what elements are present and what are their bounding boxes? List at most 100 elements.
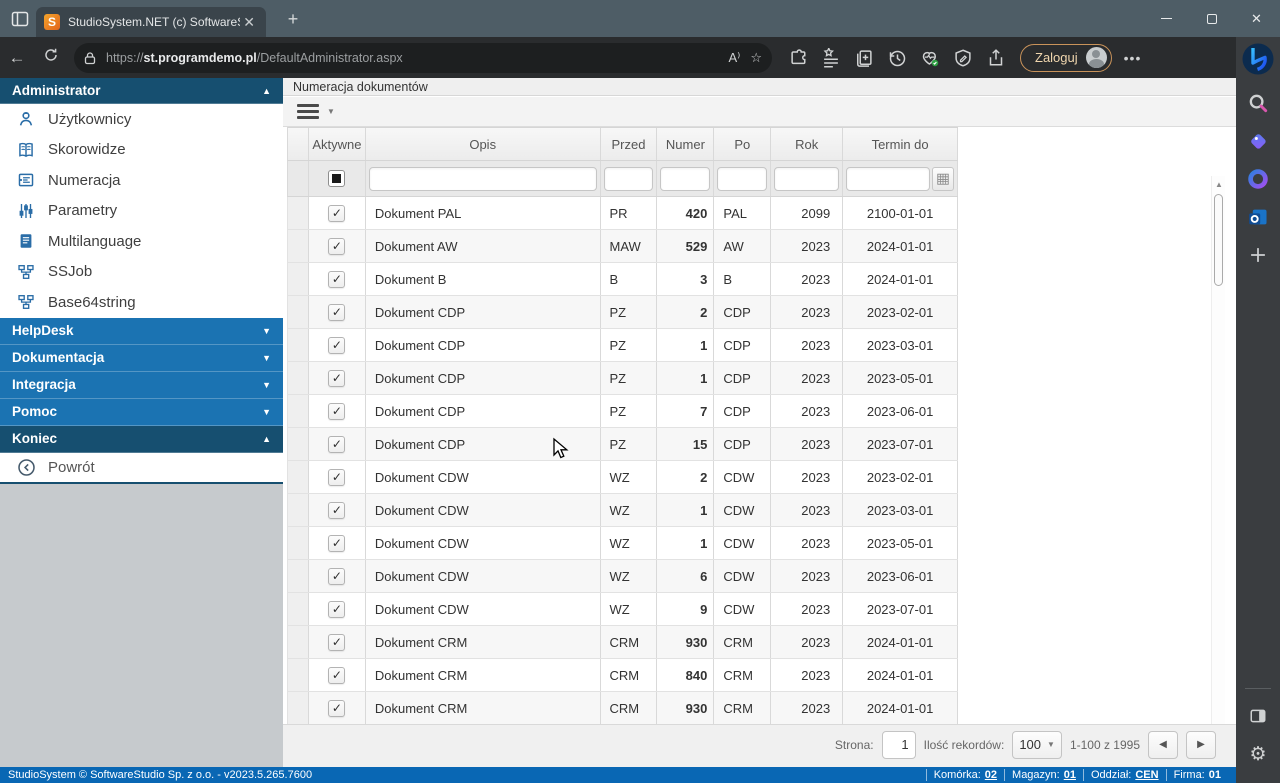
row-selector-cell[interactable] xyxy=(288,560,309,592)
sidebar-section-integracja[interactable]: Integracja ▼ xyxy=(0,372,283,399)
add-favorite-star-icon[interactable]: ☆ xyxy=(750,50,762,66)
row-active-checkbox[interactable]: ✓ xyxy=(328,700,345,717)
sidebar-section-dokumentacja[interactable]: Dokumentacja ▼ xyxy=(0,345,283,372)
table-row[interactable]: ✓ Dokument CDW WZ 9 CDW 2023 2023-07-01 xyxy=(287,593,958,626)
table-row[interactable]: ✓ Dokument CRM CRM 930 CRM 2023 2024-01-… xyxy=(287,692,958,725)
table-row[interactable]: ✓ Dokument CDP PZ 1 CDP 2023 2023-05-01 xyxy=(287,362,958,395)
row-active-checkbox[interactable]: ✓ xyxy=(328,634,345,651)
favorites-icon[interactable] xyxy=(819,46,843,70)
search-icon[interactable] xyxy=(1243,88,1273,118)
share-icon[interactable] xyxy=(984,46,1008,70)
outlook-icon[interactable] xyxy=(1243,202,1273,232)
column-header[interactable]: Rok xyxy=(771,128,843,160)
row-active-checkbox[interactable]: ✓ xyxy=(328,370,345,387)
row-active-checkbox[interactable]: ✓ xyxy=(328,535,345,552)
sidebar-section-koniec[interactable]: Koniec ▲ xyxy=(0,426,283,453)
row-selector-cell[interactable] xyxy=(288,362,309,394)
row-active-checkbox[interactable]: ✓ xyxy=(328,403,345,420)
sidebar-menu-item[interactable]: Skorowidze xyxy=(0,135,283,166)
row-selector-cell[interactable] xyxy=(288,329,309,361)
refresh-button[interactable] xyxy=(34,47,68,68)
table-row[interactable]: ✓ Dokument CDW WZ 2 CDW 2023 2023-02-01 xyxy=(287,461,958,494)
table-row[interactable]: ✓ Dokument B B 3 B 2023 2024-01-01 xyxy=(287,263,958,296)
status-item-value[interactable]: CEN xyxy=(1135,769,1158,781)
sidebar-menu-item[interactable]: SSJob xyxy=(0,257,283,288)
row-selector-cell[interactable] xyxy=(288,494,309,526)
scrollbar-thumb[interactable] xyxy=(1214,194,1223,286)
column-header[interactable]: Przed xyxy=(601,128,658,160)
tools-icon[interactable] xyxy=(951,46,975,70)
table-row[interactable]: ✓ Dokument CDP PZ 15 CDP 2023 2023-07-01 xyxy=(287,428,958,461)
table-row[interactable]: ✓ Dokument CDW WZ 1 CDW 2023 2023-03-01 xyxy=(287,494,958,527)
browser-menu-button[interactable]: ••• xyxy=(1124,50,1142,66)
window-minimize-button[interactable] xyxy=(1144,0,1189,37)
table-row[interactable]: ✓ Dokument CDP PZ 7 CDP 2023 2023-06-01 xyxy=(287,395,958,428)
read-aloud-icon[interactable]: A⁾ xyxy=(728,50,740,66)
login-button[interactable]: Zaloguj xyxy=(1020,44,1112,72)
table-row[interactable]: ✓ Dokument CRM CRM 930 CRM 2023 2024-01-… xyxy=(287,626,958,659)
row-selector-cell[interactable] xyxy=(288,395,309,427)
column-header[interactable]: Termin do xyxy=(843,128,958,160)
table-row[interactable]: ✓ Dokument PAL PR 420 PAL 2099 2100-01-0… xyxy=(287,197,958,230)
row-selector-cell[interactable] xyxy=(288,197,309,229)
status-item-value[interactable]: 02 xyxy=(985,769,997,781)
column-header[interactable]: Po xyxy=(714,128,771,160)
browser-tab[interactable]: S StudioSystem.NET (c) SoftwareSt ✕ xyxy=(36,7,266,37)
row-active-checkbox[interactable]: ✓ xyxy=(328,502,345,519)
sidebar-menu-item[interactable]: Parametry xyxy=(0,196,283,227)
records-per-page-select[interactable]: 100 ▼ xyxy=(1012,731,1062,759)
filter-termin-input[interactable] xyxy=(846,167,930,191)
row-active-checkbox[interactable]: ✓ xyxy=(328,436,345,453)
collections-icon[interactable] xyxy=(852,46,876,70)
sidebar-toggle-button[interactable] xyxy=(1243,701,1273,731)
row-selector-cell[interactable] xyxy=(288,263,309,295)
row-selector-cell[interactable] xyxy=(288,296,309,328)
column-header[interactable]: Numer xyxy=(657,128,714,160)
grid-menu-button[interactable] xyxy=(297,104,319,119)
back-button[interactable]: ← xyxy=(0,48,34,68)
prev-page-button[interactable]: ◀ xyxy=(1148,731,1178,759)
sidebar-menu-item[interactable]: Numeracja xyxy=(0,165,283,196)
tab-close-icon[interactable]: ✕ xyxy=(240,14,258,31)
filter-numer-input[interactable] xyxy=(660,167,710,191)
row-selector-cell[interactable] xyxy=(288,593,309,625)
filter-po-input[interactable] xyxy=(717,167,767,191)
scroll-up-arrow[interactable]: ▲ xyxy=(1212,180,1226,189)
table-row[interactable]: ✓ Dokument CDW WZ 1 CDW 2023 2023-05-01 xyxy=(287,527,958,560)
page-number-input[interactable] xyxy=(882,731,916,759)
new-tab-button[interactable]: + xyxy=(282,9,304,31)
table-row[interactable]: ✓ Dokument CDP PZ 2 CDP 2023 2023-02-01 xyxy=(287,296,958,329)
row-active-checkbox[interactable]: ✓ xyxy=(328,601,345,618)
filter-opis-input[interactable] xyxy=(369,167,597,191)
row-selector-cell[interactable] xyxy=(288,659,309,691)
window-maximize-button[interactable] xyxy=(1189,0,1234,37)
row-active-checkbox[interactable]: ✓ xyxy=(328,271,345,288)
tab-actions-button[interactable] xyxy=(8,9,32,29)
calendar-button[interactable] xyxy=(932,167,954,191)
table-row[interactable]: ✓ Dokument CDP PZ 1 CDP 2023 2023-03-01 xyxy=(287,329,958,362)
table-row[interactable]: ✓ Dokument CRM CRM 840 CRM 2023 2024-01-… xyxy=(287,659,958,692)
row-active-checkbox[interactable]: ✓ xyxy=(328,304,345,321)
sidebar-section-administrator[interactable]: Administrator ▲ xyxy=(0,78,283,104)
sidebar-menu-item-powrot[interactable]: Powrót xyxy=(0,453,283,482)
table-row[interactable]: ✓ Dokument CDW WZ 6 CDW 2023 2023-06-01 xyxy=(287,560,958,593)
sidebar-menu-item[interactable]: Base64string xyxy=(0,287,283,318)
row-active-checkbox[interactable]: ✓ xyxy=(328,568,345,585)
filter-checkbox[interactable] xyxy=(328,170,345,187)
column-header[interactable]: Opis xyxy=(366,128,601,160)
history-icon[interactable] xyxy=(885,46,909,70)
row-selector-cell[interactable] xyxy=(288,230,309,262)
rail-settings-button[interactable]: ⚙ xyxy=(1243,739,1273,769)
row-active-checkbox[interactable]: ✓ xyxy=(328,337,345,354)
add-icon[interactable] xyxy=(1243,240,1273,270)
next-page-button[interactable]: ▶ xyxy=(1186,731,1216,759)
bing-copilot-button[interactable] xyxy=(1241,42,1275,76)
table-row[interactable]: ✓ Dokument AW MAW 529 AW 2023 2024-01-01 xyxy=(287,230,958,263)
extensions-icon[interactable] xyxy=(786,46,810,70)
status-item-value[interactable]: 01 xyxy=(1064,769,1076,781)
row-active-checkbox[interactable]: ✓ xyxy=(328,469,345,486)
row-selector-cell[interactable] xyxy=(288,461,309,493)
filter-przed-input[interactable] xyxy=(604,167,654,191)
grid-scrollbar[interactable]: ▲ ▼ xyxy=(1211,176,1225,772)
row-active-checkbox[interactable]: ✓ xyxy=(328,238,345,255)
